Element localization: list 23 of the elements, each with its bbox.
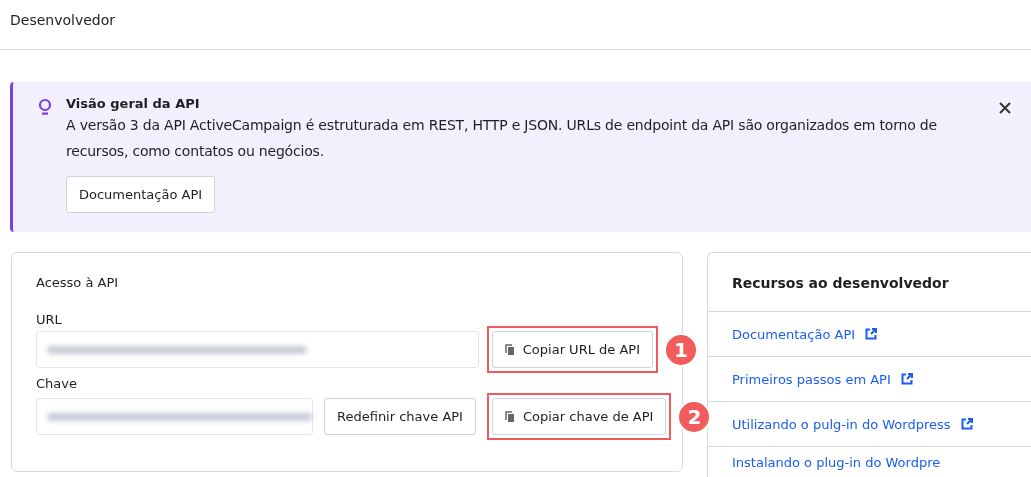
banner-text: A versão 3 da API ActiveCampaign é estruturada em REST, HTTP e JSON. URLs de endpoint da API são organizados em torno de recursos, como contatos ou negócios.: [66, 116, 938, 161]
copy-button[interactable]: Copiar URL de API: [491, 331, 653, 368]
banner-title: Visão geral da API: [66, 96, 200, 111]
step-badge: 2: [677, 399, 712, 434]
page-title: Desenvolvedor: [10, 12, 116, 28]
field-label: URL: [36, 312, 63, 327]
copy-button[interactable]: Copiar chave de API: [491, 398, 667, 435]
copy-icon: [504, 410, 515, 423]
lightbulb-icon: [38, 98, 52, 116]
resource-link[interactable]: Instalando o plug-in do Wordpre: [732, 454, 941, 470]
reset-button[interactable]: Redefinir chave API: [324, 398, 476, 435]
step-badge: 1: [664, 332, 698, 367]
documentation-button[interactable]: Documentação API: [66, 176, 216, 213]
field-label: Chave: [36, 376, 78, 391]
panel-title: Recursos ao desenvolvedor: [708, 253, 1031, 312]
input-field[interactable]: [36, 331, 479, 368]
resource-link[interactable]: Documentação API: [732, 326, 856, 342]
resource-link[interactable]: Primeiros passos em API: [732, 371, 891, 387]
card-title: Acesso à API: [36, 275, 120, 290]
resource-link[interactable]: Utilizando o pulg-in do Wordpress: [732, 416, 951, 432]
input-field[interactable]: [36, 398, 313, 435]
close-icon[interactable]: [999, 102, 1011, 114]
copy-icon: [504, 343, 515, 356]
